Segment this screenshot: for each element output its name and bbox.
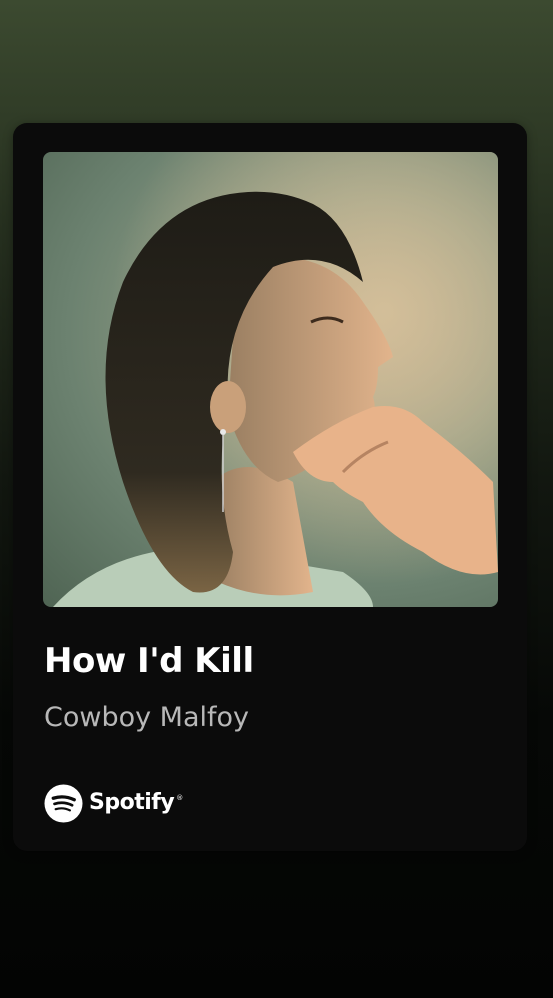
share-card: How I'd Kill Cowboy Malfoy Spotify ® bbox=[13, 123, 527, 851]
spotify-brand: Spotify ® bbox=[44, 783, 183, 823]
album-art bbox=[43, 152, 498, 607]
track-title: How I'd Kill bbox=[44, 641, 254, 681]
spotify-logo-icon bbox=[44, 783, 83, 823]
spotify-wordmark: Spotify bbox=[89, 790, 175, 815]
registered-mark: ® bbox=[176, 794, 184, 802]
album-art-image bbox=[43, 152, 498, 607]
artist-name: Cowboy Malfoy bbox=[44, 702, 250, 733]
